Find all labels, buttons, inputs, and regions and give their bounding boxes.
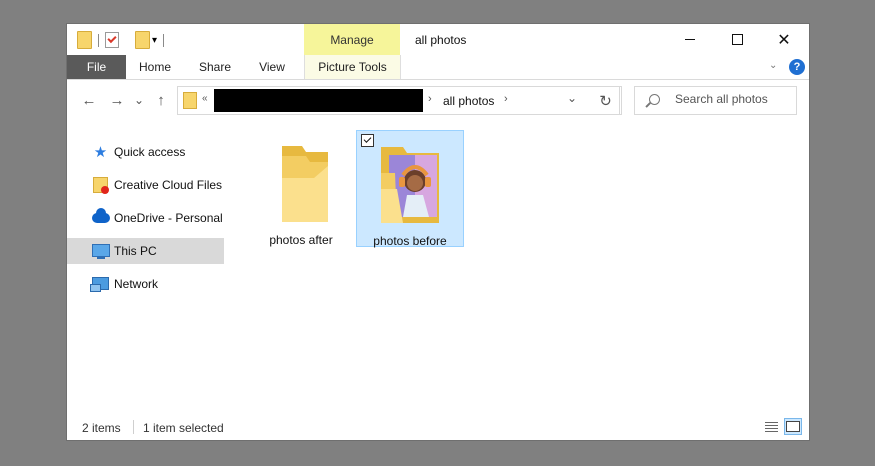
- address-bar[interactable]: « › all photos › ⌄: [177, 86, 622, 115]
- up-arrow-icon: ↑: [157, 91, 165, 109]
- minimize-icon: [685, 39, 695, 40]
- status-divider: [133, 420, 134, 434]
- customize-dropdown-icon[interactable]: ▾: [152, 35, 157, 46]
- tab-view[interactable]: View: [250, 55, 294, 79]
- sidebar-item-network[interactable]: Network: [67, 271, 224, 297]
- search-box[interactable]: [634, 86, 797, 115]
- star-icon: ★: [93, 143, 108, 161]
- forward-button[interactable]: →: [105, 88, 129, 112]
- tab-home[interactable]: Home: [131, 55, 179, 79]
- file-name: photos after: [269, 233, 333, 247]
- manage-tab[interactable]: Manage: [304, 24, 400, 55]
- selection-count: 1 item selected: [143, 421, 224, 435]
- file-name: photos before: [373, 234, 447, 248]
- folder-photos-before[interactable]: photos before: [356, 130, 464, 248]
- expand-ribbon-icon[interactable]: ⌄: [769, 60, 777, 71]
- new-folder-icon[interactable]: [135, 31, 150, 49]
- creative-cloud-folder-icon: [93, 177, 109, 194]
- folder-icon: [77, 31, 92, 49]
- chevron-down-icon: ⌄: [133, 93, 145, 107]
- maximize-icon: [731, 34, 743, 45]
- address-dropdown-icon[interactable]: ⌄: [567, 91, 577, 105]
- search-icon: [649, 94, 660, 105]
- toolbar-divider: [163, 33, 165, 47]
- folder-photos-after[interactable]: photos after: [248, 130, 354, 247]
- network-icon: [90, 277, 109, 292]
- sidebar-item-label: Creative Cloud Files: [114, 178, 223, 192]
- ribbon-tabs: File Home Share View Picture Tools ⌄ ?: [67, 55, 809, 80]
- title-bar: ▾ Manage all photos ✕: [67, 24, 809, 55]
- breadcrumb-separator-icon[interactable]: ›: [504, 93, 508, 105]
- sidebar-item-label: Network: [114, 277, 159, 291]
- back-button[interactable]: ←: [77, 88, 101, 112]
- redacted-path: [214, 89, 423, 112]
- toolbar-divider: [98, 33, 99, 47]
- large-icons-view-icon: [786, 421, 800, 432]
- back-arrow-icon: ←: [81, 91, 97, 109]
- file-list: photos after photos before: [227, 124, 809, 414]
- sidebar-item-label: This PC: [114, 244, 157, 258]
- tab-picture-tools[interactable]: Picture Tools: [304, 55, 401, 79]
- status-bar: 2 items 1 item selected: [67, 414, 809, 440]
- breadcrumb-all-photos[interactable]: all photos: [443, 94, 494, 108]
- sidebar-item-this-pc[interactable]: This PC: [67, 238, 224, 264]
- folder-icon: [282, 146, 328, 222]
- navigation-bar: ← → ⌄ ↑ « › all photos › ⌄ ↻: [67, 80, 809, 120]
- sidebar-item-quick-access[interactable]: ★ Quick access: [67, 139, 224, 165]
- quick-access-toolbar: ▾: [77, 30, 170, 50]
- details-view-icon: [764, 421, 778, 432]
- minimize-button[interactable]: [667, 24, 713, 55]
- forward-arrow-icon: →: [109, 91, 125, 109]
- refresh-button[interactable]: ↻: [592, 86, 620, 115]
- help-icon[interactable]: ?: [789, 59, 805, 75]
- tab-share[interactable]: Share: [191, 55, 239, 79]
- navigation-pane: ★ Quick access Creative Cloud Files OneD…: [67, 124, 227, 414]
- large-icons-view-button[interactable]: [784, 418, 802, 435]
- sidebar-item-label: Quick access: [114, 145, 186, 159]
- selection-checkbox[interactable]: [361, 134, 374, 147]
- sidebar-item-creative-cloud[interactable]: Creative Cloud Files: [67, 172, 224, 198]
- close-button[interactable]: ✕: [761, 24, 807, 55]
- properties-icon[interactable]: [105, 32, 119, 48]
- breadcrumb-separator-icon[interactable]: ›: [428, 93, 432, 105]
- details-view-button[interactable]: [762, 418, 780, 435]
- window-title: all photos: [415, 33, 467, 47]
- item-count: 2 items: [82, 421, 121, 435]
- maximize-button[interactable]: [714, 24, 760, 55]
- folder-icon: [183, 92, 197, 109]
- recent-locations-button[interactable]: ⌄: [131, 88, 147, 112]
- breadcrumb-overflow[interactable]: «: [202, 93, 208, 104]
- sidebar-item-onedrive[interactable]: OneDrive - Personal: [67, 205, 224, 231]
- tab-file[interactable]: File: [67, 55, 126, 79]
- refresh-icon: ↻: [599, 92, 612, 110]
- file-explorer-window: ▾ Manage all photos ✕ File Home Share Vi…: [67, 24, 809, 440]
- onedrive-cloud-icon: [92, 208, 110, 223]
- toolbar-gap: [125, 34, 129, 47]
- up-button[interactable]: ↑: [150, 88, 172, 112]
- folder-thumbnail-icon: [381, 147, 439, 223]
- computer-icon: [92, 244, 110, 259]
- sidebar-item-label: OneDrive - Personal: [114, 211, 223, 225]
- search-input[interactable]: [675, 92, 790, 106]
- close-icon: ✕: [777, 31, 791, 49]
